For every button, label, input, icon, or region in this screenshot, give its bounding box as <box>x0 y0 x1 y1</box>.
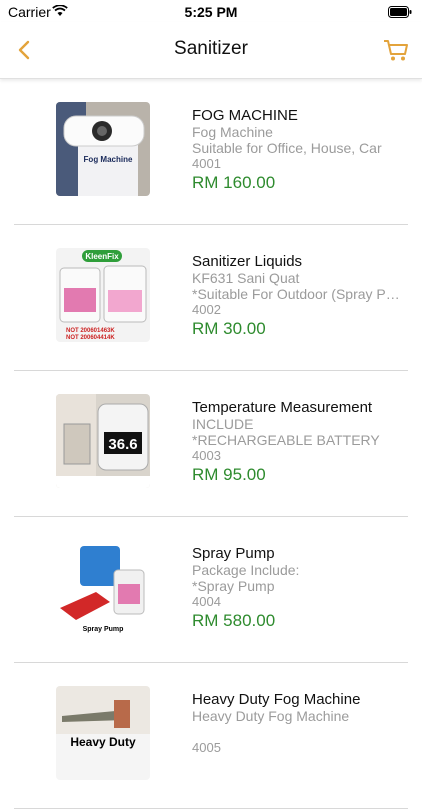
product-subtitle: Package Include: <box>192 562 300 578</box>
product-price: RM 30.00 <box>192 319 266 338</box>
cart-button[interactable] <box>382 36 410 64</box>
product-item-sanitizer-liquids[interactable]: KleenFix NOT 200601463K NOT 200604414K S… <box>14 225 408 371</box>
product-subtitle: Heavy Duty Fog Machine <box>192 708 350 724</box>
product-item-fog-machine[interactable]: Fog Machine FOG MACHINE Fog Machine Suit… <box>14 79 408 225</box>
product-image: Heavy Duty <box>56 686 150 780</box>
product-item-temperature-measurement[interactable]: 36.6 Temperature Measurement INCLUDE *RE… <box>14 371 408 517</box>
product-item-spray-pump[interactable]: Spray Pump Spray Pump Package Include: *… <box>14 517 408 663</box>
product-name: FOG MACHINE <box>192 107 298 124</box>
product-name: Temperature Measurement <box>192 399 373 416</box>
product-image: KleenFix NOT 200601463K NOT 200604414K <box>56 248 150 342</box>
svg-text:36.6: 36.6 <box>108 436 137 453</box>
product-name: Heavy Duty Fog Machine <box>192 691 361 708</box>
product-subtitle: INCLUDE <box>192 416 254 432</box>
page-title: Sanitizer <box>174 38 248 59</box>
product-code: 4002 <box>192 302 221 317</box>
product-code: 4004 <box>192 594 221 609</box>
product-code: 4005 <box>192 740 221 755</box>
product-description: *RECHARGEABLE BATTERY <box>192 432 380 448</box>
product-description: *Spray Pump <box>192 578 275 594</box>
product-code: 4001 <box>192 156 221 171</box>
product-description: *Suitable For Outdoor (Spray Pump) <box>192 286 402 302</box>
svg-text:Spray Pump: Spray Pump <box>83 626 124 633</box>
product-image: 36.6 <box>56 394 150 488</box>
svg-text:Fog Machine: Fog Machine <box>84 155 133 164</box>
clock: 5:25 PM <box>184 4 238 20</box>
status-bar: Carrier 5:25 PM <box>0 0 422 22</box>
svg-text:Heavy Duty: Heavy Duty <box>70 735 136 749</box>
product-image: Fog Machine <box>56 102 150 196</box>
product-description <box>192 724 402 740</box>
battery-icon <box>388 5 412 21</box>
svg-text:KleenFix: KleenFix <box>85 252 119 261</box>
product-name: Spray Pump <box>192 545 275 562</box>
product-subtitle: Fog Machine <box>192 124 273 140</box>
cart-icon <box>384 40 408 61</box>
product-item-heavy-duty-fog-machine[interactable]: Heavy Duty Heavy Duty Fog Machine Heavy … <box>14 663 408 809</box>
product-description: Suitable for Office, House, Car <box>192 140 382 156</box>
svg-text:NOT 200604414K: NOT 200604414K <box>66 335 115 341</box>
product-name: Sanitizer Liquids <box>192 253 303 270</box>
product-image: Spray Pump <box>56 540 150 634</box>
product-price: RM 580.00 <box>192 611 276 630</box>
product-code: 4003 <box>192 448 221 463</box>
navigation-bar: Sanitizer <box>0 22 422 79</box>
product-list: Fog Machine FOG MACHINE Fog Machine Suit… <box>0 79 422 809</box>
product-price: RM 95.00 <box>192 465 266 484</box>
svg-text:NOT 200601463K: NOT 200601463K <box>66 328 115 334</box>
product-price: RM 160.00 <box>192 173 276 192</box>
product-subtitle: KF631 Sani Quat <box>192 270 300 286</box>
